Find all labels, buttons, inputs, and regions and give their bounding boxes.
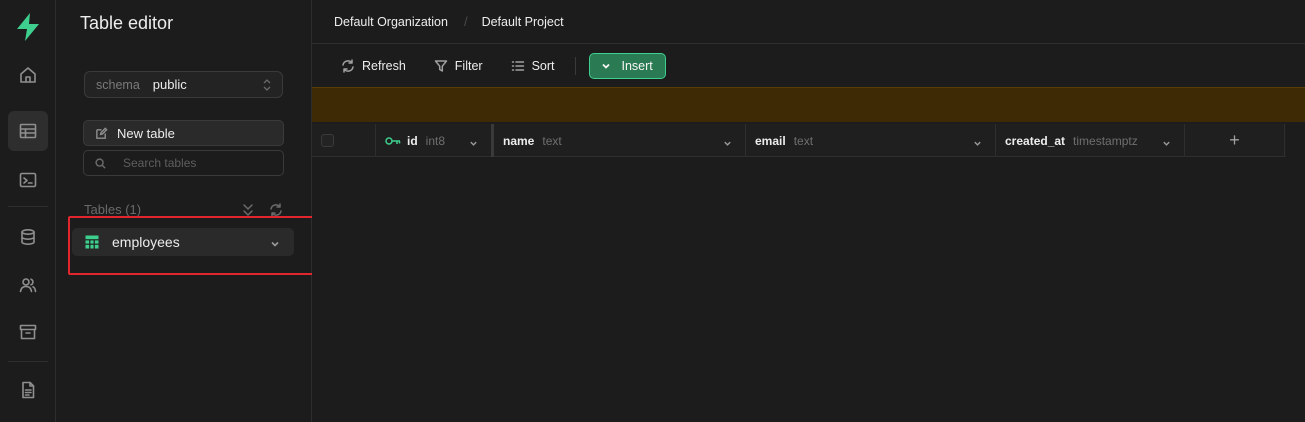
icon-rail [0,0,56,422]
grid-header-row: id int8 name text email text created_at … [312,124,1286,157]
column-header-email[interactable]: email text [746,124,996,157]
sidebar-item-employees[interactable]: employees [72,228,294,256]
column-type: text [542,133,562,148]
insert-button[interactable]: Insert [588,53,666,79]
column-type: timestamptz [1073,133,1138,148]
column-name: email [755,133,786,148]
supabase-logo-icon[interactable] [14,12,42,42]
sidebar-title: Table editor [80,13,174,33]
refresh-label: Refresh [362,59,406,73]
select-all-cell [312,124,376,157]
column-header-created-at[interactable]: created_at timestamptz [996,124,1185,157]
column-name: name [503,133,535,148]
refresh-icon [342,59,354,73]
grid-toolbar: Refresh Filter Sort Insert [312,45,1305,87]
collapse-all-icon[interactable] [241,203,255,217]
insert-label: Insert [621,59,653,73]
sort-label: Sort [531,59,555,73]
docs-icon[interactable] [8,370,48,410]
breadcrumb-separator: / [463,14,468,29]
column-header-name[interactable]: name text [494,124,746,157]
table-name: employees [112,234,180,250]
search-tables-input[interactable] [123,156,273,170]
search-tables-field[interactable] [83,150,284,176]
chevron-down-icon[interactable] [270,237,280,247]
column-type: int8 [425,133,446,148]
refresh-button[interactable]: Refresh [341,59,406,73]
select-all-checkbox[interactable] [321,134,334,147]
new-table-button[interactable]: New table [83,120,284,146]
chevron-up-down-icon [262,78,272,92]
warning-banner [312,87,1305,122]
refresh-tables-icon[interactable] [269,203,283,217]
filter-icon [434,60,448,72]
column-header-id[interactable]: id int8 [376,124,494,157]
schema-select[interactable]: schema public [84,71,283,98]
chevron-down-icon[interactable] [973,136,982,146]
column-name: id [407,133,418,148]
chevron-down-icon [601,63,610,69]
sort-button[interactable]: Sort [511,59,555,73]
toolbar-divider [574,57,576,75]
main-content: Default Organization / Default Project R… [312,0,1305,422]
chevron-down-icon[interactable] [469,136,478,146]
schema-label: schema [96,77,140,92]
sql-editor-icon[interactable] [8,160,48,200]
search-icon [95,157,106,169]
add-column-button[interactable]: + [1185,124,1285,157]
rail-divider [8,206,48,207]
filter-label: Filter [454,59,483,73]
column-type: text [793,133,814,148]
chevron-down-icon[interactable] [723,136,732,146]
home-icon[interactable] [8,55,48,95]
plus-icon: + [1229,130,1240,150]
breadcrumb-organization[interactable]: Default Organization [334,15,448,29]
breadcrumb: Default Organization / Default Project [312,0,1305,44]
tables-section-header: Tables (1) [84,202,142,217]
breadcrumb-project[interactable]: Default Project [482,15,564,29]
auth-users-icon[interactable] [8,265,48,305]
table-grid-icon [85,235,99,249]
column-name: created_at [1005,133,1066,148]
table-editor-icon[interactable] [8,111,48,151]
storage-icon[interactable] [8,312,48,352]
rail-divider [8,361,48,362]
chevron-down-icon[interactable] [1162,136,1171,146]
schema-value: public [152,77,187,92]
new-table-label: New table [117,125,175,141]
filter-button[interactable]: Filter [434,59,483,73]
edit-icon [96,126,108,139]
sort-icon [511,61,524,71]
table-editor-sidebar: Table editor schema public New table Tab… [56,0,317,422]
database-icon[interactable] [8,217,48,257]
primary-key-icon [385,136,401,145]
